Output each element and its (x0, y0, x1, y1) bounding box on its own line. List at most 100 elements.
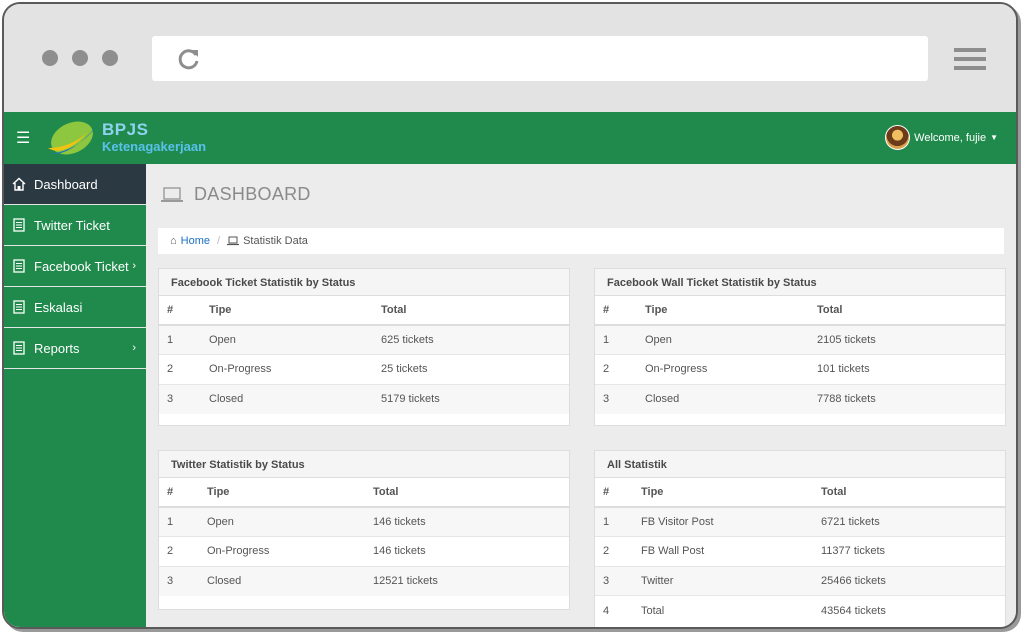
table-cell: 3 (595, 565, 633, 596)
column-header: Total (365, 478, 569, 508)
laptop-icon (227, 236, 240, 246)
column-header: Tipe (637, 296, 809, 326)
all-statistik-panel: All Statistik # Tipe Total 1 FB Visitor … (594, 450, 1006, 627)
user-menu[interactable]: Welcome, fujie ▼ (885, 125, 998, 150)
sidebar-item-label: Eskalasi (34, 299, 83, 315)
table-cell: 101 tickets (809, 354, 1005, 384)
table-row: 1 Open 2105 tickets (595, 324, 1005, 355)
window-dot[interactable] (72, 50, 88, 66)
page-title-text: DASHBOARD (194, 184, 311, 204)
sidebar-item-label: Facebook Ticket (34, 258, 129, 274)
table-cell: On-Progress (199, 536, 365, 566)
column-header: # (159, 478, 199, 508)
twitter-stats-table: # Tipe Total 1 Open 146 tickets 2 On-Pro… (159, 478, 569, 596)
table-cell: 4 (595, 595, 633, 625)
table-cell: 146 tickets (365, 536, 569, 566)
table-row: 3 Closed 7788 tickets (595, 383, 1005, 414)
table-row: 1 Open 146 tickets (159, 506, 569, 537)
table-cell: Closed (201, 383, 373, 414)
main-content: DASHBOARD ⌂ Home / Statistik Data Facebo… (146, 164, 1016, 627)
chevron-right-icon: › (132, 342, 136, 354)
column-header: Tipe (201, 296, 373, 326)
page-title: DASHBOARD (160, 184, 311, 205)
panel-title: All Statistik (595, 451, 1005, 478)
table-row: 3 Twitter 25466 tickets (595, 565, 1005, 596)
breadcrumb-separator: / (217, 235, 221, 247)
table-cell: Closed (637, 383, 809, 414)
table-cell: FB Wall Post (633, 536, 813, 566)
table-cell: 2 (159, 354, 201, 384)
table-cell: On-Progress (201, 354, 373, 384)
caret-down-icon: ▼ (990, 133, 998, 142)
document-icon (13, 259, 25, 273)
column-header: Total (809, 296, 1005, 326)
breadcrumb-home-link[interactable]: Home (181, 235, 210, 247)
table-cell: 25466 tickets (813, 565, 1005, 596)
welcome-text: Welcome, fujie (914, 131, 987, 144)
table-cell: 2105 tickets (809, 324, 1005, 355)
table-cell: Open (199, 506, 365, 537)
column-header: Total (813, 478, 1005, 508)
home-icon: ⌂ (170, 235, 177, 247)
breadcrumb: ⌂ Home / Statistik Data (158, 228, 1004, 254)
table-cell: 7788 tickets (809, 383, 1005, 414)
table-row: 1 FB Visitor Post 6721 tickets (595, 506, 1005, 537)
panel-title: Facebook Ticket Statistik by Status (159, 269, 569, 296)
chevron-right-icon: › (132, 260, 136, 272)
table-row: 2 On-Progress 101 tickets (595, 354, 1005, 384)
table-cell: 11377 tickets (813, 536, 1005, 566)
table-cell: 3 (595, 383, 637, 414)
table-cell: 1 (159, 506, 199, 537)
column-header: # (595, 478, 633, 508)
sidebar-item-label: Twitter Ticket (34, 217, 110, 233)
table-cell: 1 (595, 506, 633, 537)
browser-chrome (4, 4, 1016, 112)
hamburger-icon[interactable]: ☰ (16, 128, 30, 148)
browser-menu-icon[interactable] (954, 48, 986, 72)
window-dot[interactable] (42, 50, 58, 66)
reload-icon[interactable] (176, 46, 202, 72)
avatar (885, 125, 911, 150)
bpjs-logo-icon (48, 121, 98, 155)
facebook-wall-stats-table: # Tipe Total 1 Open 2105 tickets 2 On-Pr… (595, 296, 1005, 414)
sidebar-item-label: Reports (34, 340, 80, 356)
panel-title: Facebook Wall Ticket Statistik by Status (595, 269, 1005, 296)
sidebar-item-label: Dashboard (34, 176, 98, 192)
column-header: Tipe (199, 478, 365, 508)
laptop-icon (161, 186, 183, 202)
table-cell: 1 (159, 324, 201, 355)
top-navbar: ☰ BPJS Ketenagakerjaan Welcome, fujie ▼ (4, 112, 1016, 164)
all-stats-table: # Tipe Total 1 FB Visitor Post 6721 tick… (595, 478, 1005, 625)
table-cell: Open (637, 324, 809, 355)
sidebar-item-twitter-ticket[interactable]: Twitter Ticket (4, 205, 146, 246)
app-screen: ☰ BPJS Ketenagakerjaan Welcome, fujie ▼ … (4, 112, 1016, 627)
document-icon (13, 300, 25, 314)
table-row: 2 On-Progress 25 tickets (159, 354, 569, 384)
table-row: 2 FB Wall Post 11377 tickets (595, 536, 1005, 566)
twitter-panel: Twitter Statistik by Status # Tipe Total… (158, 450, 570, 610)
table-cell: Closed (199, 565, 365, 596)
sidebar-item-dashboard[interactable]: Dashboard (4, 164, 146, 205)
table-row: 3 Closed 12521 tickets (159, 565, 569, 596)
sidebar-item-reports[interactable]: Reports › (4, 328, 146, 369)
sidebar-item-eskalasi[interactable]: Eskalasi (4, 287, 146, 328)
window-dot[interactable] (102, 50, 118, 66)
table-cell: 3 (159, 383, 201, 414)
table-cell: Total (633, 595, 813, 625)
sidebar-item-facebook-ticket[interactable]: Facebook Ticket › (4, 246, 146, 287)
sidebar: Dashboard Twitter Ticket Facebook Ticket… (4, 164, 146, 627)
address-bar[interactable] (152, 36, 928, 81)
table-cell: 1 (595, 324, 637, 355)
table-cell: 3 (159, 565, 199, 596)
table-row: 3 Closed 5179 tickets (159, 383, 569, 414)
table-cell: 25 tickets (373, 354, 569, 384)
column-header: # (159, 296, 201, 326)
table-cell: 6721 tickets (813, 506, 1005, 537)
table-cell: 5179 tickets (373, 383, 569, 414)
table-cell: On-Progress (637, 354, 809, 384)
table-row: 2 On-Progress 146 tickets (159, 536, 569, 566)
table-cell: 43564 tickets (813, 595, 1005, 625)
table-cell: 2 (595, 354, 637, 384)
browser-frame: ☰ BPJS Ketenagakerjaan Welcome, fujie ▼ … (2, 2, 1018, 629)
table-row: 1 Open 625 tickets (159, 324, 569, 355)
